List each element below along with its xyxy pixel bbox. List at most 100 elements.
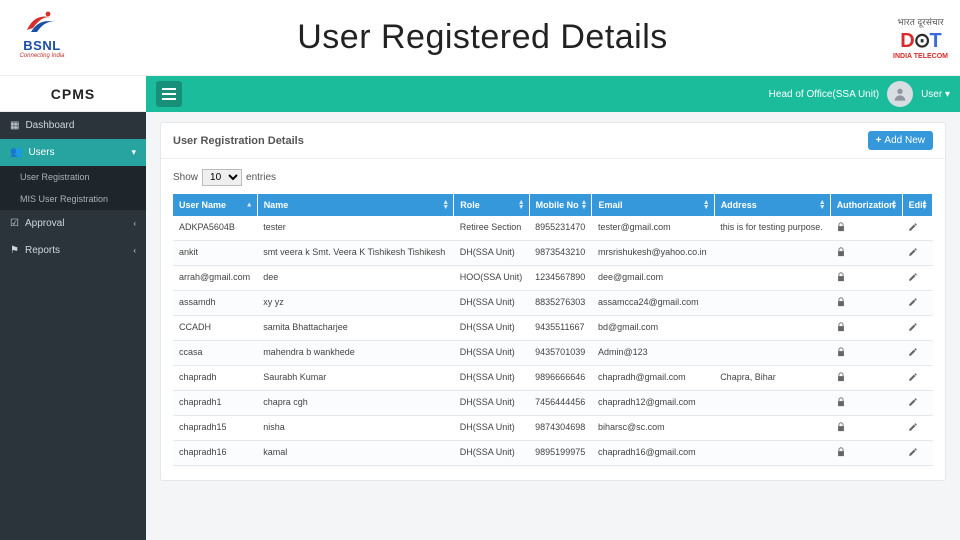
- table-cell: DH(SSA Unit): [454, 291, 529, 316]
- show-prefix: Show: [173, 172, 198, 183]
- column-header[interactable]: Edit▲▼: [902, 194, 932, 216]
- pencil-icon: [908, 274, 918, 284]
- sort-icon: ▲▼: [819, 200, 826, 210]
- sidebar-sub-mis-user-registration[interactable]: MIS User Registration: [0, 188, 146, 210]
- authorization-cell[interactable]: [830, 441, 902, 466]
- chevron-left-icon: ‹: [133, 219, 136, 228]
- authorization-cell[interactable]: [830, 366, 902, 391]
- sidebar-item-label: Dashboard: [25, 120, 74, 131]
- sidebar-item-users[interactable]: 👥Users ▾: [0, 139, 146, 166]
- table-cell: DH(SSA Unit): [454, 441, 529, 466]
- edit-cell[interactable]: [902, 391, 932, 416]
- bsnl-tagline: Connecting India: [12, 53, 72, 59]
- edit-cell[interactable]: [902, 341, 932, 366]
- table-cell: mahendra b wankhede: [257, 341, 454, 366]
- table-cell: DH(SSA Unit): [454, 316, 529, 341]
- user-menu[interactable]: User ▾: [921, 89, 950, 100]
- column-header[interactable]: User Name▲: [173, 194, 257, 216]
- user-icon: [892, 86, 908, 102]
- unlock-icon: [836, 399, 846, 409]
- unlock-icon: [836, 374, 846, 384]
- flag-icon: ⚑: [10, 245, 19, 256]
- entries-select[interactable]: 10: [202, 169, 242, 186]
- table-cell: chapradh@gmail.com: [592, 366, 714, 391]
- table-cell: 8835276303: [529, 291, 592, 316]
- add-new-button[interactable]: Add New: [868, 131, 933, 150]
- table-row: arrah@gmail.comdeeHOO(SSA Unit)123456789…: [173, 266, 933, 291]
- sidebar-sub-label: User Registration: [20, 172, 90, 182]
- sort-icon: ▲▼: [703, 200, 710, 210]
- table-cell: HOO(SSA Unit): [454, 266, 529, 291]
- authorization-cell[interactable]: [830, 316, 902, 341]
- table-cell: DH(SSA Unit): [454, 366, 529, 391]
- table-row: chapradhSaurabh KumarDH(SSA Unit)9896666…: [173, 366, 933, 391]
- table-cell: DH(SSA Unit): [454, 416, 529, 441]
- table-row: CCADHsamita BhattacharjeeDH(SSA Unit)943…: [173, 316, 933, 341]
- authorization-cell[interactable]: [830, 291, 902, 316]
- sidebar-item-label: Reports: [25, 245, 60, 256]
- hamburger-button[interactable]: [156, 81, 182, 107]
- table-cell: assamcca24@gmail.com: [592, 291, 714, 316]
- authorization-cell[interactable]: [830, 341, 902, 366]
- edit-cell[interactable]: [902, 441, 932, 466]
- bsnl-swoosh-icon: [25, 8, 59, 38]
- edit-cell[interactable]: [902, 416, 932, 441]
- column-header[interactable]: Mobile No▲▼: [529, 194, 592, 216]
- sidebar-sub-user-registration[interactable]: User Registration: [0, 166, 146, 188]
- table-cell: ccasa: [173, 341, 257, 366]
- table-cell: DH(SSA Unit): [454, 241, 529, 266]
- sidebar-item-reports[interactable]: ⚑ Reports ‹: [0, 237, 146, 264]
- table-cell: [714, 266, 830, 291]
- authorization-cell[interactable]: [830, 216, 902, 241]
- authorization-cell[interactable]: [830, 266, 902, 291]
- table-cell: DH(SSA Unit): [454, 391, 529, 416]
- column-header[interactable]: Role▲▼: [454, 194, 529, 216]
- edit-cell[interactable]: [902, 316, 932, 341]
- unlock-icon: [836, 424, 846, 434]
- pencil-icon: [908, 224, 918, 234]
- table-cell: DH(SSA Unit): [454, 341, 529, 366]
- table-cell: [714, 316, 830, 341]
- table-cell: bd@gmail.com: [592, 316, 714, 341]
- column-header[interactable]: Authorization▲▼: [830, 194, 902, 216]
- bsnl-text: BSNL: [12, 38, 72, 53]
- table-cell: CCADH: [173, 316, 257, 341]
- table-cell: biharsc@sc.com: [592, 416, 714, 441]
- panel-head: User Registration Details Add New: [161, 123, 945, 159]
- unlock-icon: [836, 349, 846, 359]
- pencil-icon: [908, 399, 918, 409]
- sidebar-submenu: User Registration MIS User Registration: [0, 166, 146, 210]
- table-cell: samita Bhattacharjee: [257, 316, 454, 341]
- column-header[interactable]: Email▲▼: [592, 194, 714, 216]
- table-cell: [714, 341, 830, 366]
- edit-cell[interactable]: [902, 266, 932, 291]
- table-wrap: Show 10 entries User Name▲Name▲▼Role▲▼Mo…: [161, 159, 945, 480]
- pencil-icon: [908, 424, 918, 434]
- edit-cell[interactable]: [902, 216, 932, 241]
- sort-icon: ▲▼: [921, 200, 928, 210]
- sidebar-item-dashboard[interactable]: ▦Dashboard: [0, 112, 146, 139]
- table-cell: [714, 291, 830, 316]
- avatar[interactable]: [887, 81, 913, 107]
- table-cell: 9896666646: [529, 366, 592, 391]
- edit-cell[interactable]: [902, 366, 932, 391]
- column-header[interactable]: Address▲▼: [714, 194, 830, 216]
- pencil-icon: [908, 349, 918, 359]
- table-row: ccasamahendra b wankhedeDH(SSA Unit)9435…: [173, 341, 933, 366]
- sidebar-sub-label: MIS User Registration: [20, 194, 108, 204]
- sidebar-item-approval[interactable]: ☑Approval ‹: [0, 210, 146, 237]
- authorization-cell[interactable]: [830, 391, 902, 416]
- authorization-cell[interactable]: [830, 241, 902, 266]
- table-cell: mrsrishukesh@yahoo.co.in: [592, 241, 714, 266]
- unlock-icon: [836, 224, 846, 234]
- edit-cell[interactable]: [902, 291, 932, 316]
- table-cell: 7456444456: [529, 391, 592, 416]
- table-row: chapradh1chapra cghDH(SSA Unit)745644445…: [173, 391, 933, 416]
- table-row: chapradh16kamalDH(SSA Unit)9895199975cha…: [173, 441, 933, 466]
- authorization-cell[interactable]: [830, 416, 902, 441]
- column-header[interactable]: Name▲▼: [257, 194, 454, 216]
- chevron-left-icon: ‹: [133, 246, 136, 255]
- table-cell: ADKPA5604B: [173, 216, 257, 241]
- table-cell: 9895199975: [529, 441, 592, 466]
- edit-cell[interactable]: [902, 241, 932, 266]
